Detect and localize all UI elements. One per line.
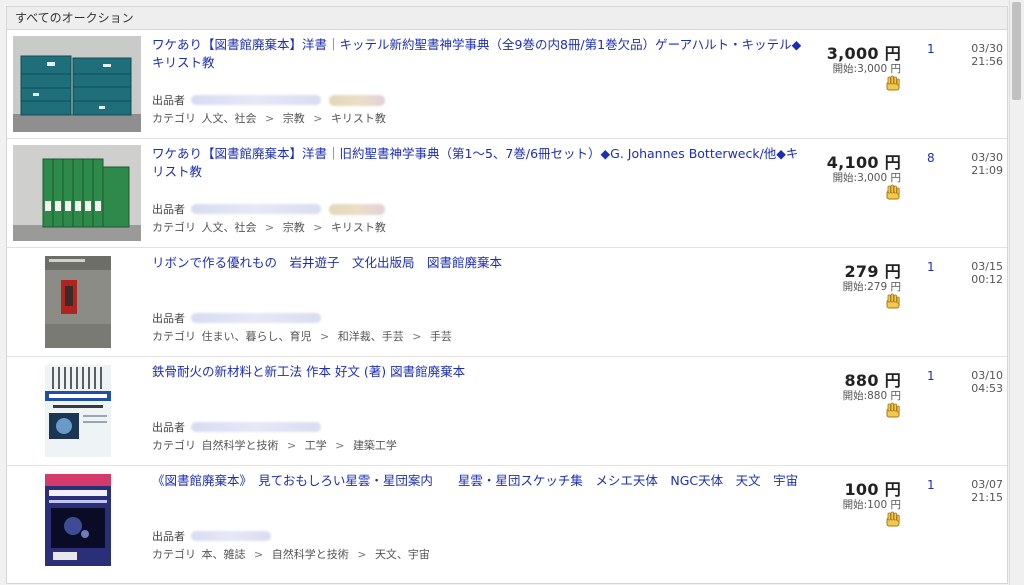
end-clock: 21:56 <box>971 55 1003 68</box>
category-label: カテゴリ <box>152 439 196 452</box>
auction-list-panel: すべてのオークション ワケあり【図書館廃棄本】洋書｜キッテル新約聖書神学事典（全… <box>6 6 1008 584</box>
end-time: 03/07 21:15 <box>971 478 1003 504</box>
list-header: すべてのオークション <box>7 7 1007 30</box>
category-link[interactable]: 住まい、暮らし、育児 <box>202 330 312 343</box>
breadcrumb-separator: > <box>320 330 330 343</box>
category-link[interactable]: キリスト教 <box>331 221 386 234</box>
category-breadcrumb: カテゴリ 本、雑誌 > 自然科学と技術 > 天文、宇宙 <box>152 546 430 562</box>
scrollbar-thumb[interactable] <box>1012 2 1021 100</box>
item-thumbnail[interactable] <box>13 363 141 459</box>
seller-name-blurred[interactable] <box>191 95 321 105</box>
end-date: 03/30 <box>971 42 1003 55</box>
seller-info: 出品者 <box>152 201 385 217</box>
bid-count[interactable]: 1 <box>927 42 935 56</box>
item-title-link[interactable]: 《図書館廃棄本》 見ておもしろい星雲・星団案内 星雲・星団スケッチ集 メシエ天体… <box>152 472 802 490</box>
category-label: カテゴリ <box>152 221 196 234</box>
item-thumbnail[interactable] <box>13 254 141 350</box>
category-link[interactable]: キリスト教 <box>331 112 386 125</box>
breadcrumb-separator: > <box>335 439 345 452</box>
end-time: 03/30 21:09 <box>971 151 1003 177</box>
auction-row: ワケあり【図書館廃棄本】洋書｜キッテル新約聖書神学事典（全9巻の内8冊/第1巻欠… <box>7 30 1007 139</box>
watchlist-hand-icon[interactable] <box>884 74 902 92</box>
auction-row: 《図書館廃棄本》 見ておもしろい星雲・星団案内 星雲・星団スケッチ集 メシエ天体… <box>7 466 1007 575</box>
end-time: 03/15 00:12 <box>971 260 1003 286</box>
end-date: 03/30 <box>971 151 1003 164</box>
category-label: カテゴリ <box>152 330 196 343</box>
seller-name-blurred[interactable] <box>191 531 271 541</box>
category-link[interactable]: 宗教 <box>283 112 305 125</box>
end-clock: 21:15 <box>971 491 1003 504</box>
seller-name-blurred[interactable] <box>191 204 321 214</box>
category-label: カテゴリ <box>152 112 196 125</box>
end-time: 03/30 21:56 <box>971 42 1003 68</box>
category-link[interactable]: 人文、社会 <box>202 112 257 125</box>
category-breadcrumb: カテゴリ 住まい、暮らし、育児 > 和洋裁、手芸 > 手芸 <box>152 328 452 344</box>
watchlist-hand-icon[interactable] <box>884 183 902 201</box>
item-title-link[interactable]: ワケあり【図書館廃棄本】洋書｜キッテル新約聖書神学事典（全9巻の内8冊/第1巻欠… <box>152 36 802 71</box>
seller-label: 出品者 <box>152 530 185 543</box>
seller-info: 出品者 <box>152 528 271 544</box>
category-link[interactable]: 工学 <box>305 439 327 452</box>
breadcrumb-separator: > <box>265 112 275 125</box>
auction-row: リボンで作る優れもの 岩井遊子 文化出版局 図書館廃棄本 出品者 カテゴリ 住ま… <box>7 248 1007 357</box>
category-link[interactable]: 和洋裁、手芸 <box>338 330 404 343</box>
breadcrumb-separator: > <box>313 221 323 234</box>
seller-name-blurred[interactable] <box>191 422 321 432</box>
category-breadcrumb: カテゴリ 自然科学と技術 > 工学 > 建築工学 <box>152 437 397 453</box>
watchlist-hand-icon[interactable] <box>884 292 902 310</box>
category-link[interactable]: 人文、社会 <box>202 221 257 234</box>
item-title-link[interactable]: 鉄骨耐火の新材料と新工法 作本 好文 (著) 図書館廃棄本 <box>152 363 802 381</box>
end-clock: 04:53 <box>971 382 1003 395</box>
breadcrumb-separator: > <box>412 330 422 343</box>
category-link[interactable]: 建築工学 <box>353 439 397 452</box>
auction-row: 鉄骨耐火の新材料と新工法 作本 好文 (著) 図書館廃棄本 出品者 カテゴリ 自… <box>7 357 1007 466</box>
seller-label: 出品者 <box>152 312 185 325</box>
seller-label: 出品者 <box>152 203 185 216</box>
watchlist-hand-icon[interactable] <box>884 510 902 528</box>
bid-count[interactable]: 1 <box>927 478 935 492</box>
item-thumbnail[interactable] <box>13 145 141 241</box>
auction-row: ワケあり【図書館廃棄本】洋書｜旧約聖書神学事典（第1～5、7巻/6冊セット）◆G… <box>7 139 1007 248</box>
category-label: カテゴリ <box>152 548 196 561</box>
category-link[interactable]: 本、雑誌 <box>202 548 246 561</box>
watchlist-hand-icon[interactable] <box>884 401 902 419</box>
seller-rating-blurred <box>329 94 385 106</box>
bid-count[interactable]: 1 <box>927 369 935 383</box>
end-date: 03/10 <box>971 369 1003 382</box>
seller-info: 出品者 <box>152 310 321 326</box>
category-breadcrumb: カテゴリ 人文、社会 > 宗教 > キリスト教 <box>152 219 386 235</box>
breadcrumb-separator: > <box>357 548 367 561</box>
end-clock: 00:12 <box>971 273 1003 286</box>
seller-label: 出品者 <box>152 421 185 434</box>
category-link[interactable]: 宗教 <box>283 221 305 234</box>
end-date: 03/15 <box>971 260 1003 273</box>
breadcrumb-separator: > <box>313 112 323 125</box>
item-title-link[interactable]: リボンで作る優れもの 岩井遊子 文化出版局 図書館廃棄本 <box>152 254 802 272</box>
item-thumbnail[interactable] <box>13 472 141 568</box>
seller-label: 出品者 <box>152 94 185 107</box>
bid-count[interactable]: 8 <box>927 151 935 165</box>
bid-count[interactable]: 1 <box>927 260 935 274</box>
end-date: 03/07 <box>971 478 1003 491</box>
seller-info: 出品者 <box>152 92 385 108</box>
breadcrumb-separator: > <box>265 221 275 234</box>
category-breadcrumb: カテゴリ 人文、社会 > 宗教 > キリスト教 <box>152 110 386 126</box>
end-clock: 21:09 <box>971 164 1003 177</box>
end-time: 03/10 04:53 <box>971 369 1003 395</box>
category-link[interactable]: 自然科学と技術 <box>272 548 349 561</box>
category-link[interactable]: 天文、宇宙 <box>375 548 430 561</box>
seller-rating-blurred <box>329 203 385 215</box>
seller-info: 出品者 <box>152 419 321 435</box>
item-title-link[interactable]: ワケあり【図書館廃棄本】洋書｜旧約聖書神学事典（第1～5、7巻/6冊セット）◆G… <box>152 145 802 180</box>
breadcrumb-separator: > <box>287 439 297 452</box>
vertical-scrollbar[interactable] <box>1009 0 1024 585</box>
category-link[interactable]: 手芸 <box>430 330 452 343</box>
seller-name-blurred[interactable] <box>191 313 321 323</box>
item-thumbnail[interactable] <box>13 36 141 132</box>
category-link[interactable]: 自然科学と技術 <box>202 439 279 452</box>
breadcrumb-separator: > <box>254 548 264 561</box>
